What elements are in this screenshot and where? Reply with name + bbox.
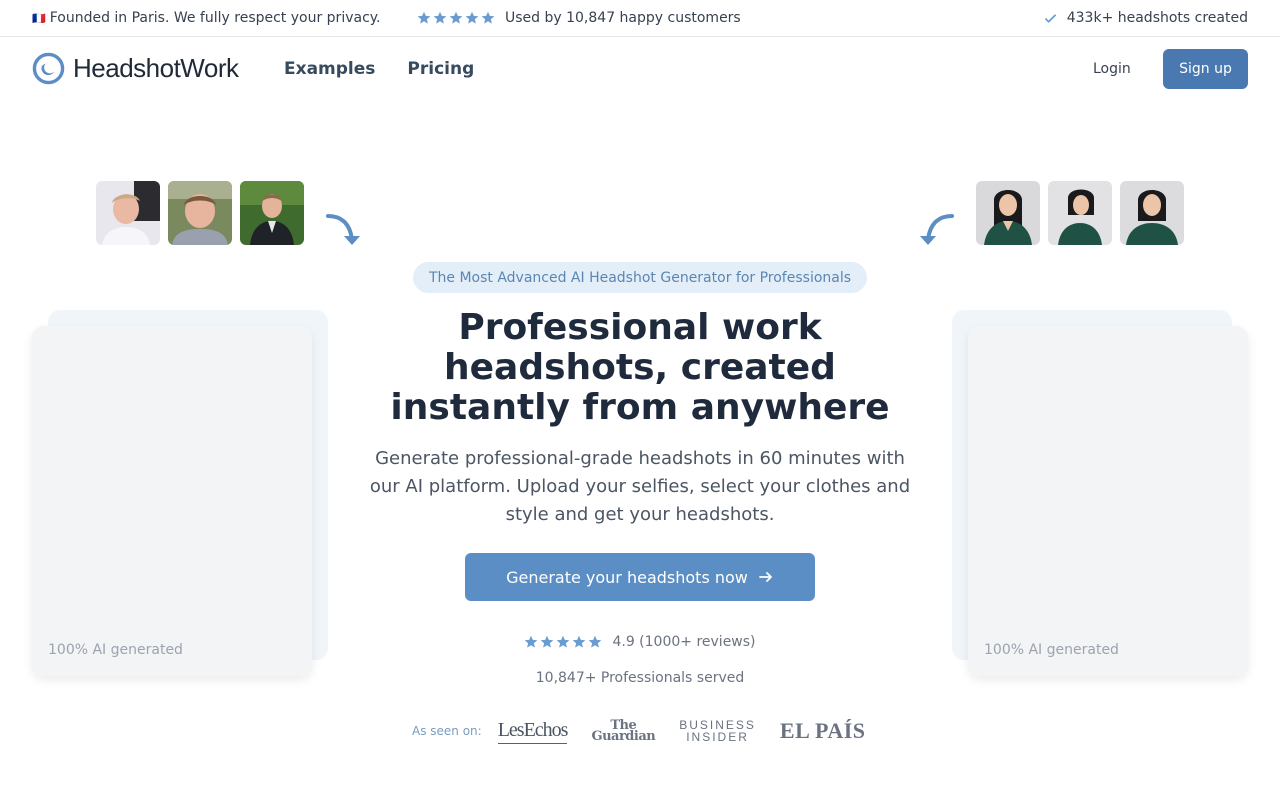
reviews-summary: 4.9 (1000+ reviews) — [0, 634, 1280, 650]
star-icon — [465, 11, 479, 24]
login-link[interactable]: Login — [1093, 61, 1131, 77]
star-icon — [449, 11, 463, 24]
ai-sample-card: 100% AI generated — [32, 326, 312, 676]
curved-arrow-icon — [326, 214, 360, 245]
headshots-text: 433k+ headshots created — [1066, 10, 1248, 26]
les-echos-logo: LesEchos — [497, 719, 568, 744]
france-flag-icon: 🇫🇷 — [32, 11, 46, 25]
star-icon — [557, 635, 570, 648]
ai-sample-card: 100% AI generated — [968, 326, 1248, 676]
arrow-right-icon — [758, 572, 772, 582]
before-photos — [96, 181, 304, 245]
guardian-logo: The Guardian — [591, 718, 656, 744]
star-icon — [481, 11, 495, 24]
customers-text: Used by 10,847 happy customers — [505, 10, 741, 26]
star-icon — [417, 11, 431, 24]
nav-pricing[interactable]: Pricing — [407, 59, 474, 79]
hero-subtitle: Generate professional-grade headshots in… — [369, 448, 911, 525]
business-insider-logo: BUSINESS INSIDER — [679, 718, 756, 744]
logo-icon — [32, 52, 65, 85]
hero-badge: The Most Advanced AI Headshot Generator … — [413, 262, 867, 293]
headshot-photo — [1048, 181, 1112, 245]
press-logos: LesEchos The Guardian BUSINESS INSIDER EL … — [497, 718, 866, 744]
site-header: HeadshotWork Examples Pricing Login Sign… — [0, 37, 1280, 101]
selfie-photo — [168, 181, 232, 245]
star-rating-icons — [417, 11, 495, 25]
after-photos — [976, 181, 1184, 245]
el-pais-logo: EL PAÍS — [779, 718, 866, 743]
main-nav: Examples Pricing — [284, 59, 474, 79]
headshot-photo — [1120, 181, 1184, 245]
served-count: 10,847+ Professionals served — [535, 670, 745, 686]
selfie-photo — [96, 181, 160, 245]
page-title: Professional work headshots, created ins… — [390, 307, 890, 428]
signup-button[interactable]: Sign up — [1163, 49, 1248, 89]
curved-arrow-icon — [920, 214, 954, 245]
founded-text: Founded in Paris. We fully respect your … — [49, 10, 381, 26]
nav-examples[interactable]: Examples — [284, 59, 375, 79]
star-icon — [589, 635, 602, 648]
announcement-bar: 🇫🇷 Founded in Paris. We fully respect yo… — [0, 0, 1280, 37]
generate-headshots-button[interactable]: Generate your headshots now — [465, 553, 815, 601]
as-seen-on: As seen on: LesEchos The Guardian BUSINES… — [412, 718, 866, 744]
customers-rating: Used by 10,847 happy customers — [417, 10, 741, 26]
headshot-photo — [976, 181, 1040, 245]
headshots-count: 433k+ headshots created — [1044, 10, 1248, 26]
star-icon — [525, 635, 538, 648]
selfie-photo — [240, 181, 304, 245]
star-rating-icons — [524, 635, 602, 649]
cta-label: Generate your headshots now — [506, 567, 748, 587]
check-icon — [1044, 13, 1056, 23]
logo-text: HeadshotWork — [73, 53, 239, 83]
logo[interactable]: HeadshotWork — [32, 52, 239, 85]
seen-on-label: As seen on: — [412, 724, 482, 738]
star-icon — [433, 11, 447, 24]
reviews-text: 4.9 (1000+ reviews) — [612, 634, 756, 650]
star-icon — [541, 635, 554, 648]
star-icon — [573, 635, 586, 648]
founded-notice: 🇫🇷 Founded in Paris. We fully respect yo… — [32, 10, 381, 26]
